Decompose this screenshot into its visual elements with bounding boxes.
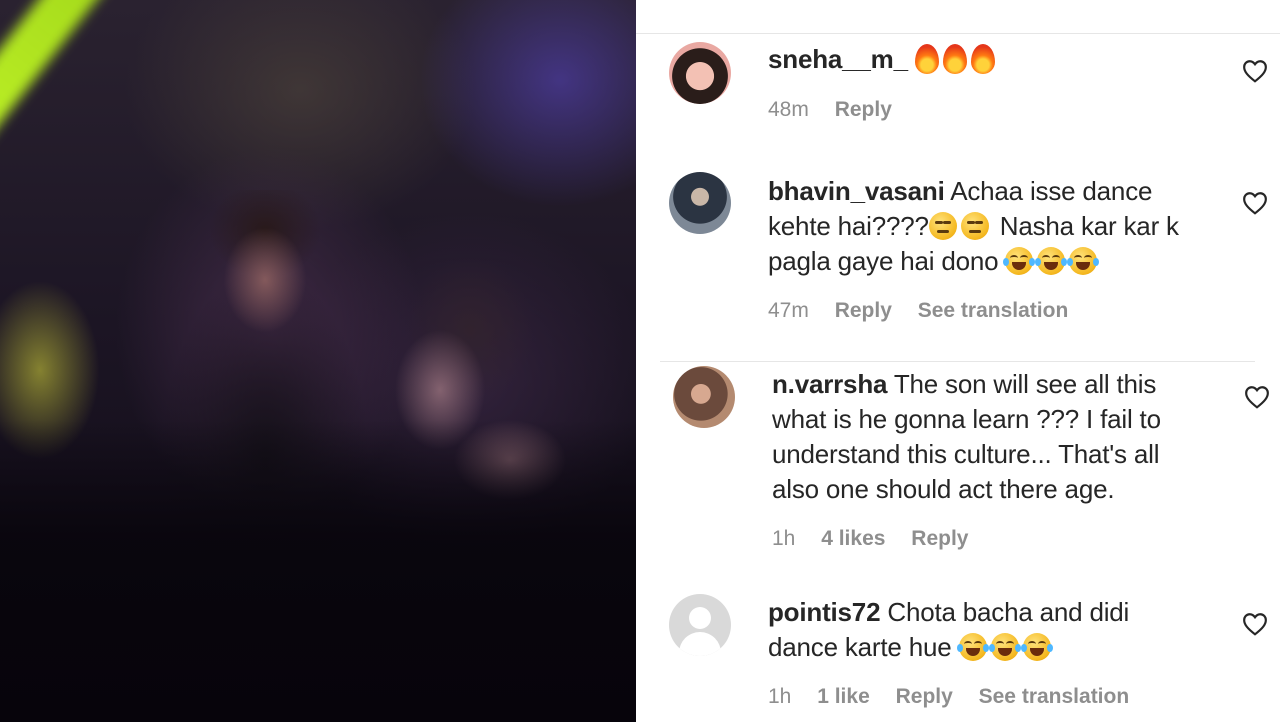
comment-username[interactable]: sneha__m_ bbox=[768, 44, 908, 74]
comment-body: pagla gaye hai dono bbox=[768, 246, 1006, 276]
comment-meta: 48m Reply bbox=[768, 98, 912, 122]
comments-panel: sneha__m_ 48m Reply bhavin_vasani Achaa … bbox=[636, 0, 1280, 722]
see-translation-button[interactable]: See translation bbox=[979, 685, 1130, 708]
default-avatar-icon[interactable] bbox=[669, 594, 731, 656]
comment-body: what is he gonna learn ??? I fail to bbox=[772, 404, 1161, 434]
comment-divider bbox=[660, 361, 1255, 362]
comment-body: Chota bacha and didi bbox=[887, 597, 1130, 627]
comment-text: sneha__m_ bbox=[768, 42, 1188, 77]
avatar[interactable] bbox=[669, 172, 731, 234]
comment-username[interactable]: n.varrsha bbox=[772, 369, 887, 399]
comment-body: understand this culture... That's all bbox=[772, 439, 1160, 469]
comment-meta: 47m Reply See translation bbox=[768, 299, 1088, 323]
crowd-shadow bbox=[0, 420, 636, 722]
neutral-emoji bbox=[928, 211, 993, 241]
comment-body: kehte hai???? bbox=[768, 211, 929, 241]
comment-body: Achaa isse dance bbox=[950, 176, 1153, 206]
comment-text: n.varrsha The son will see all this what… bbox=[772, 367, 1252, 507]
avatar[interactable] bbox=[673, 366, 735, 428]
comment-body: dance karte hue bbox=[768, 632, 959, 662]
reply-button[interactable]: Reply bbox=[911, 527, 968, 550]
comment-time: 48m bbox=[768, 98, 809, 121]
reply-button[interactable]: Reply bbox=[835, 98, 892, 121]
joy-emoji bbox=[956, 632, 1055, 662]
avatar[interactable] bbox=[669, 42, 731, 104]
comment-body: also one should act there age. bbox=[772, 474, 1115, 504]
reply-button[interactable]: Reply bbox=[896, 685, 953, 708]
comment-meta: 1h 4 likes Reply bbox=[772, 527, 988, 551]
heart-outline-icon[interactable] bbox=[1242, 612, 1268, 636]
comment-username[interactable]: bhavin_vasani bbox=[768, 176, 945, 206]
heart-outline-icon[interactable] bbox=[1242, 191, 1268, 215]
heart-outline-icon[interactable] bbox=[1242, 59, 1268, 83]
stage-light-beam bbox=[0, 0, 279, 178]
likes-count[interactable]: 1 like bbox=[817, 685, 870, 708]
fire-emoji bbox=[914, 44, 999, 74]
comment-time: 47m bbox=[768, 299, 809, 322]
joy-emoji bbox=[1003, 246, 1101, 276]
comment-text: bhavin_vasani Achaa isse dance kehte hai… bbox=[768, 174, 1228, 279]
comment-body: Nasha kar kar k bbox=[992, 211, 1179, 241]
comment-time: 1h bbox=[768, 685, 792, 708]
comment-text: pointis72 Chota bacha and didi dance kar… bbox=[768, 595, 1228, 665]
comment-body: The son will see all this bbox=[893, 369, 1157, 399]
heart-outline-icon[interactable] bbox=[1244, 385, 1270, 409]
comment-username[interactable]: pointis72 bbox=[768, 597, 881, 627]
comment-meta: 1h 1 like Reply See translation bbox=[768, 685, 1149, 709]
video-frame[interactable] bbox=[0, 0, 636, 722]
likes-count[interactable]: 4 likes bbox=[821, 527, 885, 550]
comment-time: 1h bbox=[772, 527, 796, 550]
see-translation-button[interactable]: See translation bbox=[918, 299, 1069, 322]
top-divider bbox=[636, 33, 1280, 34]
reply-button[interactable]: Reply bbox=[835, 299, 892, 322]
